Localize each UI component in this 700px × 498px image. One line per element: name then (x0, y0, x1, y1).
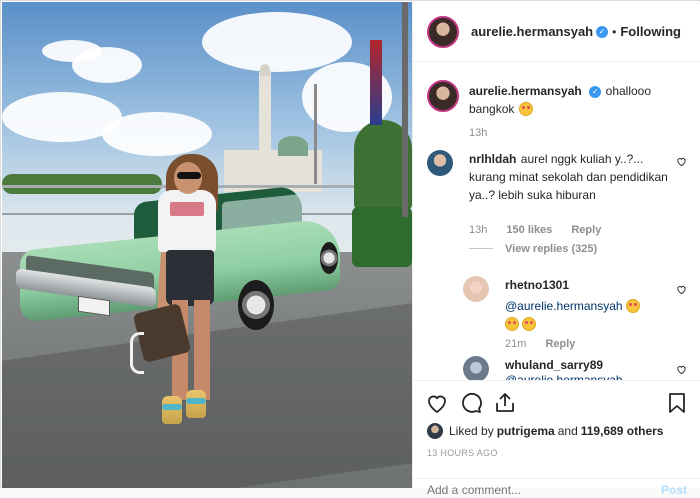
post-photo[interactable] (2, 2, 412, 488)
caption: aurelie.hermansyah ✓ ohallooo bangkok (469, 82, 689, 118)
share-icon[interactable] (493, 391, 517, 415)
comment-item: nrlhldah aurel nggk kuliah y..?... kuran… (469, 150, 669, 204)
avatar[interactable] (427, 15, 459, 48)
liked-by: Liked by putrigema and 119,689 others (427, 423, 666, 439)
reply-avatar[interactable] (463, 276, 489, 302)
car-wheel (320, 242, 338, 274)
sneaker (162, 396, 182, 424)
liked-by-prefix: Liked by (449, 424, 494, 438)
emoji-icon (505, 317, 519, 331)
separator: • (612, 24, 617, 39)
heart-eyes-emoji-icon (518, 102, 533, 116)
emoji-icon (522, 317, 537, 331)
caption-avatar[interactable] (427, 80, 459, 112)
reply-text[interactable]: @aurelie.hermansyah (505, 372, 665, 380)
header-username[interactable]: aurelie.hermansyah (471, 24, 593, 39)
comment-bubble-icon[interactable] (459, 391, 483, 415)
liked-by-count[interactable]: 119,689 others (581, 424, 664, 438)
reply-time[interactable]: 21m (505, 338, 526, 350)
post-button[interactable]: Post (661, 483, 687, 497)
sneaker-lace (186, 398, 206, 404)
commenter-avatar[interactable] (427, 150, 453, 176)
reply-button[interactable]: Reply (571, 224, 601, 236)
reply-mention[interactable]: @aurelie.hermansyah (505, 299, 623, 313)
cloud (202, 12, 352, 72)
reply-item: whuland_sarry89 @aurelie.hermansyah (505, 358, 665, 380)
replies-divider (469, 248, 493, 249)
car-wheel (238, 280, 274, 330)
person-skirt (166, 250, 214, 306)
person-shirt (158, 190, 216, 252)
sneaker (186, 390, 206, 418)
verified-badge-icon: ✓ (589, 86, 602, 98)
caption-time[interactable]: 13h (469, 127, 487, 139)
cloud (102, 112, 212, 156)
post-actions: Liked by putrigema and 119,689 others 13… (413, 380, 700, 480)
sneaker-lace (162, 404, 182, 410)
lamp-post (314, 84, 317, 184)
reply-button[interactable]: Reply (545, 338, 575, 350)
post-timestamp[interactable]: 13 HOURS AGO (427, 448, 498, 458)
sunglasses (177, 172, 201, 179)
mosque-dome (278, 136, 308, 156)
like-heart-icon[interactable] (425, 391, 449, 415)
liked-by-user[interactable]: putrigema (497, 424, 555, 438)
comment-meta: 13h 150 likes Reply (469, 224, 601, 236)
flag (370, 40, 382, 125)
view-replies-label: View replies (325) (505, 243, 598, 255)
caption-username[interactable]: aurelie.hermansyah (469, 84, 582, 98)
post-header: aurelie.hermansyah ✓ • Following (413, 2, 700, 62)
minaret-top (260, 64, 270, 76)
comment-username[interactable]: nrlhldah (469, 152, 516, 166)
handbag-strap (130, 332, 144, 374)
pole (402, 2, 408, 217)
comment-time[interactable]: 13h (469, 224, 487, 236)
add-comment-bar: Post (413, 478, 700, 498)
liked-by-avatar[interactable] (427, 423, 443, 439)
view-replies-button[interactable]: View replies (325) (469, 243, 597, 255)
reply-item: rhetno1301 @aurelie.hermansyah (505, 278, 665, 332)
like-comment-heart-icon[interactable] (676, 156, 687, 167)
reply-avatar[interactable] (463, 356, 489, 380)
like-reply-heart-icon[interactable] (676, 364, 687, 375)
comments-list[interactable]: aurelie.hermansyah ✓ ohallooo bangkok 13… (413, 62, 700, 380)
reply-username[interactable]: whuland_sarry89 (505, 358, 665, 372)
following-button[interactable]: Following (620, 24, 681, 39)
like-reply-heart-icon[interactable] (676, 284, 687, 295)
reply-emojis (505, 316, 665, 332)
cloud (72, 47, 142, 83)
post-side-panel: aurelie.hermansyah ✓ • Following aurelie… (412, 2, 700, 497)
bookmark-icon[interactable] (665, 391, 689, 415)
reply-username[interactable]: rhetno1301 (505, 278, 665, 292)
post-window: aurelie.hermansyah ✓ • Following aurelie… (0, 0, 700, 497)
reply-text: @aurelie.hermansyah (505, 298, 665, 314)
verified-badge-icon: ✓ (596, 25, 609, 38)
add-comment-input[interactable] (427, 483, 627, 497)
reply-meta: 21m Reply (505, 338, 575, 350)
comment-likes[interactable]: 150 likes (506, 224, 552, 236)
shirt-print (170, 202, 204, 216)
liked-by-and: and (557, 424, 578, 438)
emoji-icon (625, 299, 640, 313)
